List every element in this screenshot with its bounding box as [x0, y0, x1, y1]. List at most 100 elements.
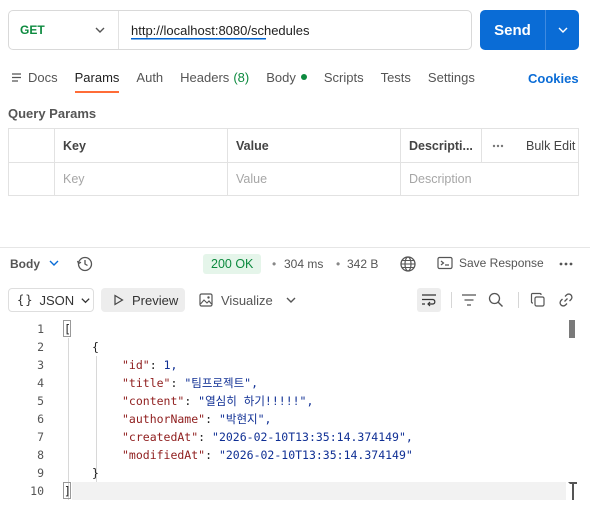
response-body-dropdown[interactable]: Body [10, 257, 40, 271]
code-line: 2 { [0, 338, 590, 356]
response-body-editor[interactable]: 1 [ 2 { 3 "id": 1, 4 "title": "팀프로젝트", 5… [0, 320, 590, 500]
tab-params[interactable]: Params [74, 68, 120, 93]
bulk-edit-label: Bulk Edit [526, 138, 576, 153]
scrollbar-thumb[interactable] [569, 320, 575, 338]
tab-label: Body [266, 69, 296, 85]
preview-button[interactable]: Preview [101, 288, 185, 312]
column-header-description: Descripti... [401, 129, 482, 162]
tab-tests[interactable]: Tests [381, 68, 411, 86]
json-value: 1, [163, 358, 178, 372]
play-icon [113, 294, 124, 306]
separator: • [336, 257, 341, 271]
tab-auth[interactable]: Auth [136, 68, 163, 86]
response-size[interactable]: 342 B [347, 257, 378, 271]
tab-scripts[interactable]: Scripts [324, 68, 364, 86]
filter-icon[interactable] [461, 288, 477, 312]
format-dropdown[interactable]: {} JSON [8, 288, 94, 312]
line-number: 7 [37, 430, 44, 444]
code-line: 5 "content": "열심히 하기!!!!!", [37, 394, 314, 408]
json-key: "title" [122, 376, 171, 390]
code-line: 3 "id": 1, [37, 358, 178, 372]
send-button-group: Send [480, 10, 579, 50]
checkbox-column-header [9, 129, 55, 162]
send-button[interactable]: Send [480, 10, 546, 50]
more-options-icon[interactable] [559, 256, 573, 272]
code-line: 1 [ [0, 320, 590, 338]
description-input[interactable]: Description [401, 163, 578, 195]
link-icon[interactable] [558, 288, 574, 312]
code-text: { [92, 340, 99, 354]
json-key: "id" [122, 358, 150, 372]
response-toolbar: {} JSON Preview Visualize [0, 288, 590, 312]
query-params-title: Query Params [8, 106, 97, 121]
column-header-key: Key [55, 129, 228, 162]
wrap-lines-icon[interactable] [417, 288, 441, 312]
bracket-match-open [63, 320, 71, 337]
visualize-label: Visualize [221, 292, 273, 308]
search-icon[interactable] [488, 288, 504, 312]
save-response-label: Save Response [459, 256, 544, 270]
tab-label: Tests [380, 69, 411, 85]
tab-body[interactable]: Body [266, 68, 307, 86]
preview-label: Preview [132, 292, 179, 308]
globe-icon[interactable] [399, 255, 417, 273]
body-indicator-dot [300, 74, 307, 80]
response-time[interactable]: 304 ms [284, 257, 323, 271]
headers-count: (8) [233, 69, 250, 85]
chevron-down-icon [80, 295, 91, 306]
request-tabs: Docs Params Auth Headers (8) Body Script… [11, 68, 492, 94]
visualize-button[interactable]: Visualize [197, 288, 273, 312]
tab-settings[interactable]: Settings [428, 68, 475, 86]
url-input[interactable]: http://localhost:8080/schedules [119, 22, 310, 42]
tab-label: Auth [136, 69, 164, 85]
copy-icon[interactable] [530, 288, 546, 312]
key-input[interactable]: Key [55, 163, 228, 195]
code-line: 9 } [0, 464, 590, 482]
bracket-match-close [63, 482, 71, 499]
json-value: "2026-02-10T13:35:14.374149", [212, 430, 413, 444]
save-response-button[interactable]: Save Response [437, 256, 544, 270]
line-number: 10 [30, 484, 44, 498]
json-value: "2026-02-10T13:35:14.374149" [218, 448, 413, 462]
request-bar: GET http://localhost:8080/schedules [8, 10, 472, 50]
table-row: Key Value Description [9, 162, 578, 195]
row-checkbox-cell [9, 163, 55, 195]
cookies-link[interactable]: Cookies [528, 71, 579, 86]
column-header-value: Value [228, 129, 401, 162]
tab-docs[interactable]: Docs [11, 68, 58, 86]
image-icon [199, 293, 213, 307]
code-line: 10 ] [0, 482, 590, 500]
pane-divider[interactable] [0, 247, 590, 248]
line-number: 4 [37, 376, 44, 390]
tab-label: Params [74, 69, 120, 85]
separator: • [272, 257, 277, 271]
tab-headers[interactable]: Headers (8) [180, 68, 249, 86]
chevron-down-icon [558, 27, 567, 33]
json-value: "팀프로젝트", [184, 376, 258, 390]
code-text: } [92, 466, 99, 480]
method-label: GET [20, 23, 45, 37]
line-number: 8 [37, 448, 44, 462]
line-number: 5 [37, 394, 44, 408]
value-input[interactable]: Value [228, 163, 401, 195]
json-key: "modifiedAt" [122, 448, 206, 462]
history-icon[interactable] [76, 255, 94, 273]
line-number: 3 [37, 358, 44, 372]
tab-label: Docs [28, 69, 58, 85]
send-options-button[interactable] [546, 10, 579, 50]
tab-label: Scripts [323, 69, 364, 85]
status-badge[interactable]: 200 OK [203, 254, 262, 274]
bulk-edit-button[interactable]: Bulk Edit [482, 129, 578, 162]
json-value: "박현지", [218, 412, 272, 426]
chevron-down-icon[interactable] [48, 257, 60, 269]
json-key: "createdAt" [122, 430, 199, 444]
code-line: 7 "createdAt": "2026-02-10T13:35:14.3741… [37, 430, 413, 444]
json-value: "열심히 하기!!!!!", [198, 394, 314, 408]
chevron-down-icon[interactable] [285, 288, 297, 312]
url-text: http://localhost:8080/schedules [131, 22, 310, 42]
tab-label: Settings [427, 69, 475, 85]
doc-icon [11, 72, 22, 83]
braces-icon: {} [17, 293, 34, 307]
method-select[interactable]: GET [9, 11, 119, 49]
code-line: 4 "title": "팀프로젝트", [37, 376, 258, 390]
